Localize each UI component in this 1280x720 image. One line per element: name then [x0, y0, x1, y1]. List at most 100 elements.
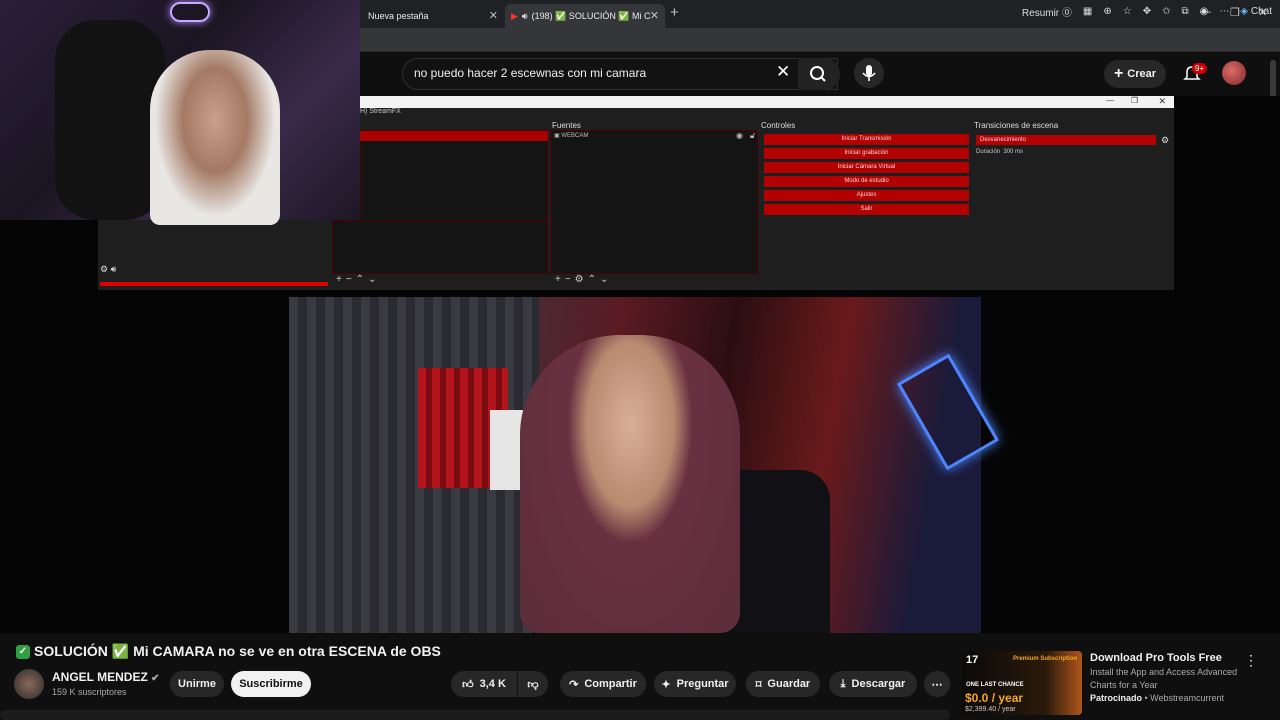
- share-button[interactable]: ↷ Compartir: [560, 671, 646, 697]
- source-toolbar: +−⚙⌃⌄: [555, 274, 613, 285]
- channel-name[interactable]: ANGEL MENDEZ ✔: [52, 670, 160, 684]
- streamer: [150, 50, 280, 225]
- share-label: Compartir: [584, 678, 637, 690]
- gear-icon: ⚙: [1161, 135, 1170, 145]
- minimize-icon: —: [1106, 96, 1114, 105]
- search-query: no puedo hacer 2 escewnas con mi camara: [414, 66, 647, 80]
- neon-sign: [170, 2, 210, 22]
- chat-label: Chat: [1250, 6, 1272, 17]
- search-icon: [810, 66, 826, 82]
- ad-brand-logo: 17: [966, 654, 979, 666]
- tab-new-tab[interactable]: Nueva pestaña ✕: [362, 4, 504, 28]
- create-label: Crear: [1127, 68, 1157, 80]
- close-icon: ✕: [1158, 96, 1166, 106]
- controls-list: Iniciar Transmisión Iniciar grabación In…: [764, 134, 969, 215]
- obs-menu-label: StreamFX: [369, 108, 401, 115]
- browser-toolbar-right: Resumir ⓪ ▦ ⊕ ☆ ✥ ✩ ⧉ ◉ ⋯ ◈ Chat: [1022, 4, 1272, 19]
- account-avatar[interactable]: [1222, 61, 1246, 85]
- audio-meter: [100, 282, 328, 286]
- exit-button: Salir: [764, 204, 969, 215]
- thumbs-up-icon: 👍︎: [462, 678, 474, 691]
- source-item: ▣ WEBCAM: [554, 133, 589, 139]
- download-button[interactable]: ⤓ Descargar: [829, 671, 917, 697]
- save-button[interactable]: ⌑ Guardar: [746, 671, 820, 697]
- speaker-icon[interactable]: 🔊︎: [522, 11, 528, 22]
- sources-header: Fuentes: [552, 121, 581, 130]
- favorites-icon[interactable]: ✩: [1162, 6, 1170, 17]
- copilot-icon: ◈: [1240, 6, 1249, 17]
- join-button[interactable]: Unirme: [170, 671, 224, 697]
- new-tab-button[interactable]: +: [670, 4, 679, 21]
- start-recording-button: Iniciar grabación: [764, 148, 969, 159]
- subscriber-count: 159 K suscriptores: [52, 687, 127, 697]
- sources-panel: [551, 130, 758, 274]
- transition-duration: Duración 300 ms: [976, 149, 1023, 155]
- ask-button[interactable]: ✦ Preguntar: [654, 671, 736, 697]
- plus-icon: +: [1113, 65, 1124, 82]
- verified-icon: ✔: [151, 673, 160, 684]
- more-icon: ⋯: [931, 678, 943, 691]
- zoom-icon[interactable]: ⊕: [1103, 6, 1111, 17]
- summarize-label: Resumir: [1021, 8, 1060, 19]
- download-icon: ⤓: [840, 677, 846, 690]
- ad-price: $0.0 / year: [965, 691, 1024, 705]
- ad-sponsor-line: Patrocinado • Webstreamcurrent: [1090, 693, 1225, 703]
- create-button[interactable]: + Crear: [1104, 60, 1166, 88]
- like-button[interactable]: 👍︎ 3,4 K: [451, 671, 517, 697]
- sparkle-icon: ✦: [661, 678, 671, 691]
- close-icon[interactable]: ✕: [650, 9, 659, 22]
- tab-youtube[interactable]: ▶ 🔊︎ (198) ✅ SOLUCIÓN ✅ Mi C ✕: [505, 4, 665, 28]
- close-icon[interactable]: ✕: [489, 9, 498, 22]
- obs-title-bar: — ❐ ✕: [360, 96, 1174, 108]
- clear-search-icon[interactable]: ✕: [776, 62, 790, 82]
- profile-icon[interactable]: ◉: [1200, 6, 1209, 17]
- like-count: 3,4 K: [479, 678, 506, 690]
- ad-menu-icon[interactable]: ⋮: [1244, 652, 1258, 669]
- thumbs-down-icon: 👎︎: [527, 678, 539, 691]
- star-icon[interactable]: ☆: [1123, 6, 1132, 17]
- video-title-text: SOLUCIÓN ✅ Mi CAMARA no se ve en otra ES…: [34, 643, 441, 659]
- transitions-header: Transiciones de escena: [974, 121, 1059, 130]
- duration-value: 300 ms: [1003, 149, 1024, 155]
- chat-button[interactable]: ◈ Chat: [1240, 6, 1272, 17]
- check-icon: ✓: [16, 644, 30, 659]
- collections-icon[interactable]: ⧉: [1182, 6, 1189, 17]
- extensions-icon[interactable]: ✥: [1143, 6, 1151, 17]
- ad-description: Install the App and Access Advanced Char…: [1090, 667, 1238, 690]
- menu-icon[interactable]: ⋯: [1219, 6, 1229, 17]
- start-stream-button: Iniciar Transmisión: [764, 134, 969, 145]
- tab-label: Nueva pestaña: [368, 11, 429, 21]
- source-label: WEBCAM: [561, 133, 589, 139]
- advertiser-name: Webstreamcurrent: [1150, 693, 1225, 703]
- studio-mode-button: Modo de estudio: [764, 176, 969, 187]
- transition-select: Desvanecimiento: [976, 135, 1156, 145]
- mic-icon: [862, 65, 876, 81]
- bookmark-icon: ⌑: [755, 678, 762, 691]
- lock-icon: 🔓︎: [750, 131, 756, 140]
- duration-label: Duración: [976, 149, 1001, 155]
- presenter: [520, 335, 740, 633]
- notification-badge: 9+: [1192, 63, 1208, 74]
- dislike-button[interactable]: 👎︎: [518, 671, 548, 697]
- audio-settings-icons: ⚙ 🔊︎: [100, 264, 117, 274]
- restore-icon: ❐: [1130, 96, 1138, 105]
- summarize-button[interactable]: Resumir ⓪: [1022, 4, 1072, 19]
- scene-selected: [360, 131, 548, 141]
- description-box[interactable]: [0, 710, 950, 720]
- download-label: Descargar: [851, 678, 906, 690]
- youtube-icon: ▶: [511, 10, 518, 21]
- ad-title[interactable]: Download Pro Tools Free: [1090, 652, 1222, 664]
- voice-search-button[interactable]: [854, 58, 884, 88]
- ad-old-price: $2,399.40 / year: [965, 706, 1016, 713]
- settings-button: Ajustes: [764, 190, 969, 201]
- eye-icon: ◉: [736, 131, 743, 140]
- channel-avatar[interactable]: [14, 669, 44, 699]
- more-actions-button[interactable]: ⋯: [924, 671, 950, 697]
- ask-label: Preguntar: [676, 678, 729, 690]
- ad-last-chance: ONE LAST CHANCE: [966, 682, 1024, 688]
- search-button[interactable]: [798, 58, 840, 90]
- apps-icon[interactable]: ▦: [1083, 6, 1092, 17]
- subscribe-button[interactable]: Suscribirme: [231, 671, 311, 697]
- obs-menu-item: H) StreamFX: [360, 108, 401, 115]
- save-label: Guardar: [767, 678, 811, 690]
